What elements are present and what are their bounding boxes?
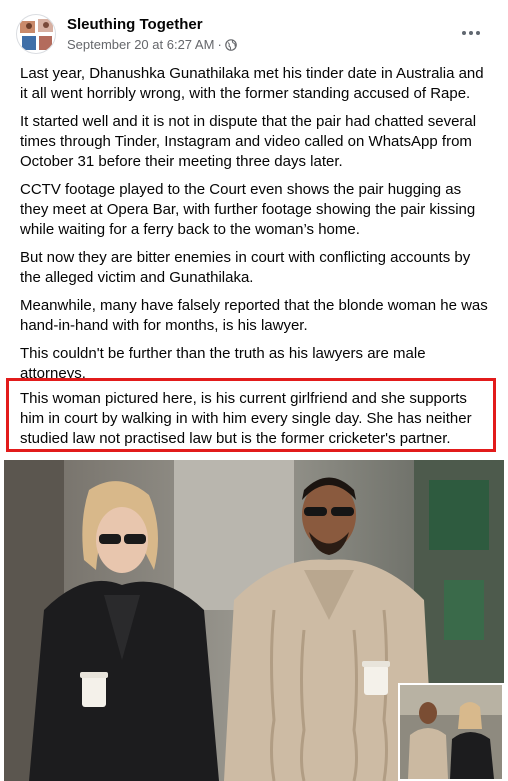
post-timestamp[interactable]: September 20 at 6:27 AM bbox=[67, 37, 214, 52]
more-options-icon[interactable] bbox=[458, 20, 484, 46]
post-paragraph: CCTV footage played to the Court even sh… bbox=[20, 181, 476, 238]
highlighted-paragraph: This woman pictured here, is his current… bbox=[20, 390, 472, 447]
post-paragraph: But now they are bitter enemies in court… bbox=[20, 249, 471, 286]
meta-separator: · bbox=[217, 37, 222, 52]
post-meta: September 20 at 6:27 AM · bbox=[67, 37, 237, 52]
post-paragraph: Meanwhile, many have falsely reported th… bbox=[20, 297, 488, 334]
inset-photo[interactable] bbox=[398, 683, 504, 781]
post-paragraph: Last year, Dhanushka Gunathilaka met his… bbox=[20, 65, 484, 102]
post-body: Last year, Dhanushka Gunathilaka met his… bbox=[20, 64, 492, 392]
post-header: Sleuthing Together September 20 at 6:27 … bbox=[16, 12, 494, 56]
author-name[interactable]: Sleuthing Together bbox=[67, 16, 203, 33]
post-paragraph: It started well and it is not in dispute… bbox=[20, 113, 477, 170]
page-avatar[interactable] bbox=[16, 14, 56, 54]
globe-icon[interactable] bbox=[224, 38, 237, 51]
post-card: Sleuthing Together September 20 at 6:27 … bbox=[0, 0, 508, 781]
